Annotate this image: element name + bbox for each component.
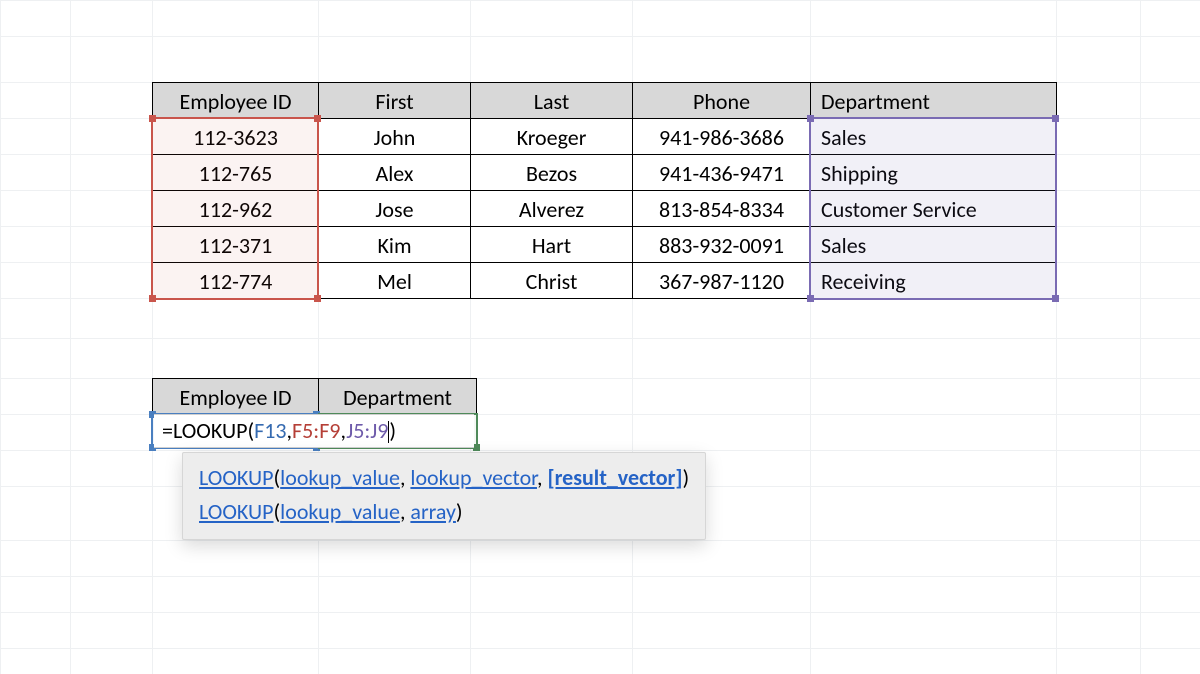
table-row[interactable]: 112-765 Alex Bezos 941-436-9471 Shipping (153, 155, 1057, 191)
tooltip-fn[interactable]: LOOKUP (199, 498, 274, 525)
formula-arg1: F13 (254, 417, 286, 444)
formula-arg2: F5:F9 (292, 417, 340, 444)
formula-tooltip: LOOKUP(lookup_value, lookup_vector, [res… (182, 452, 706, 540)
cell-dept[interactable]: Receiving (811, 263, 1057, 299)
spreadsheet-viewport[interactable]: Employee ID First Last Phone Department … (0, 0, 1200, 674)
cell-first[interactable]: John (319, 119, 471, 155)
tooltip-fn[interactable]: LOOKUP (199, 464, 274, 491)
tooltip-line-2: LOOKUP(lookup_value, array) (199, 495, 689, 529)
header-employee-id[interactable]: Employee ID (153, 83, 319, 119)
lookup-header-dept[interactable]: Department (319, 379, 477, 415)
header-first[interactable]: First (319, 83, 471, 119)
cell-id[interactable]: 112-765 (153, 155, 319, 191)
cell-last[interactable]: Hart (471, 227, 633, 263)
cell-phone[interactable]: 883-932-0091 (633, 227, 811, 263)
lookup-table[interactable]: Employee ID Department (152, 378, 477, 415)
cell-id[interactable]: 112-962 (153, 191, 319, 227)
cell-dept[interactable]: Customer Service (811, 191, 1057, 227)
header-department[interactable]: Department (811, 83, 1057, 119)
cell-id[interactable]: 112-371 (153, 227, 319, 263)
formula-arg3: J5:J9 (346, 417, 388, 444)
cell-first[interactable]: Jose (319, 191, 471, 227)
cell-phone[interactable]: 367-987-1120 (633, 263, 811, 299)
formula-close: ) (389, 417, 396, 444)
tooltip-arg[interactable]: lookup_value (280, 498, 400, 525)
cell-dept[interactable]: Sales (811, 227, 1057, 263)
cell-last[interactable]: Alverez (471, 191, 633, 227)
tooltip-arg[interactable]: lookup_value (280, 464, 400, 491)
cell-last[interactable]: Bezos (471, 155, 633, 191)
tooltip-arg[interactable]: array (410, 498, 456, 525)
cell-phone[interactable]: 941-436-9471 (633, 155, 811, 191)
table-row[interactable]: 112-371 Kim Hart 883-932-0091 Sales (153, 227, 1057, 263)
cell-last[interactable]: Christ (471, 263, 633, 299)
tooltip-line-1: LOOKUP(lookup_value, lookup_vector, [res… (199, 461, 689, 495)
formula-cell[interactable]: =LOOKUP(F13,F5:F9,J5:J9) (154, 414, 474, 448)
table-row[interactable]: 112-3623 John Kroeger 941-986-3686 Sales (153, 119, 1057, 155)
cell-dept[interactable]: Sales (811, 119, 1057, 155)
table-header-row: Employee ID First Last Phone Department (153, 83, 1057, 119)
header-last[interactable]: Last (471, 83, 633, 119)
cell-phone[interactable]: 813-854-8334 (633, 191, 811, 227)
table-row[interactable]: 112-962 Jose Alverez 813-854-8334 Custom… (153, 191, 1057, 227)
cell-last[interactable]: Kroeger (471, 119, 633, 155)
employee-table[interactable]: Employee ID First Last Phone Department … (152, 82, 1057, 299)
cell-first[interactable]: Kim (319, 227, 471, 263)
header-phone[interactable]: Phone (633, 83, 811, 119)
tooltip-arg[interactable]: lookup_vector (410, 464, 537, 491)
cell-id[interactable]: 112-3623 (153, 119, 319, 155)
cell-first[interactable]: Mel (319, 263, 471, 299)
cell-phone[interactable]: 941-986-3686 (633, 119, 811, 155)
tooltip-arg-current[interactable]: [result_vector] (547, 464, 682, 491)
cell-dept[interactable]: Shipping (811, 155, 1057, 191)
cell-first[interactable]: Alex (319, 155, 471, 191)
table-row[interactable]: 112-774 Mel Christ 367-987-1120 Receivin… (153, 263, 1057, 299)
lookup-header-id[interactable]: Employee ID (153, 379, 319, 415)
cell-id[interactable]: 112-774 (153, 263, 319, 299)
formula-prefix: =LOOKUP( (162, 417, 254, 444)
